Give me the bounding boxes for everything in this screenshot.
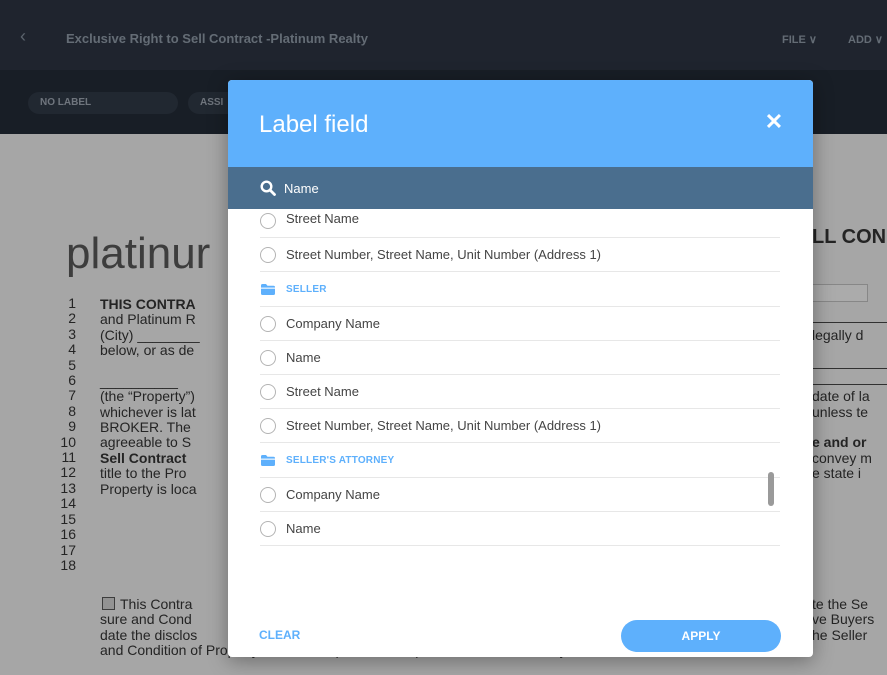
radio-button[interactable]: [260, 487, 276, 503]
list-item[interactable]: Company Name: [260, 478, 780, 512]
list-item-label: Street Number, Street Name, Unit Number …: [286, 247, 602, 262]
list-item-label: Street Name: [286, 211, 359, 226]
group-label: SELLER: [286, 284, 327, 295]
list-item-label: Street Name: [286, 384, 359, 399]
list-item-label: Street Number, Street Name, Unit Number …: [286, 418, 602, 433]
radio-button[interactable]: [260, 384, 276, 400]
list-item[interactable]: Street Number, Street Name, Unit Number …: [260, 409, 780, 443]
radio-button[interactable]: [260, 247, 276, 263]
group-header-seller: SELLER: [260, 272, 780, 307]
radio-button[interactable]: [260, 521, 276, 537]
radio-button[interactable]: [260, 350, 276, 366]
list-item-label: Name: [286, 350, 321, 365]
clear-button[interactable]: CLEAR: [259, 628, 300, 642]
dialog-header: Label field ✕: [228, 80, 813, 167]
list-item[interactable]: Street Name: [260, 209, 780, 238]
label-field-dialog: Label field ✕ Street Name Street Number,…: [228, 80, 813, 657]
list-item-label: Company Name: [286, 487, 380, 502]
search-bar: [228, 167, 813, 209]
scrollbar-thumb[interactable]: [768, 472, 774, 506]
folder-icon: [261, 284, 275, 295]
list-item[interactable]: Name: [260, 341, 780, 375]
field-list[interactable]: Street Name Street Number, Street Name, …: [228, 209, 813, 569]
list-item[interactable]: Name: [260, 512, 780, 546]
group-header-sellers-attorney: SELLER'S ATTORNEY: [260, 443, 780, 478]
apply-button[interactable]: APPLY: [621, 620, 781, 652]
list-item[interactable]: Street Number, Street Name, Unit Number …: [260, 238, 780, 272]
list-item-label: Company Name: [286, 316, 380, 331]
dialog-title: Label field: [259, 111, 369, 138]
radio-button[interactable]: [260, 418, 276, 434]
list-item[interactable]: Company Name: [260, 307, 780, 341]
field-list-items: Street Name Street Number, Street Name, …: [260, 211, 780, 546]
folder-icon: [261, 455, 275, 466]
list-item-label: Name: [286, 521, 321, 536]
search-icon: [260, 180, 276, 196]
group-label: SELLER'S ATTORNEY: [286, 455, 395, 466]
radio-button[interactable]: [260, 213, 276, 229]
radio-button[interactable]: [260, 316, 276, 332]
search-input[interactable]: [284, 177, 784, 199]
list-item[interactable]: Street Name: [260, 375, 780, 409]
close-icon[interactable]: ✕: [763, 111, 785, 133]
